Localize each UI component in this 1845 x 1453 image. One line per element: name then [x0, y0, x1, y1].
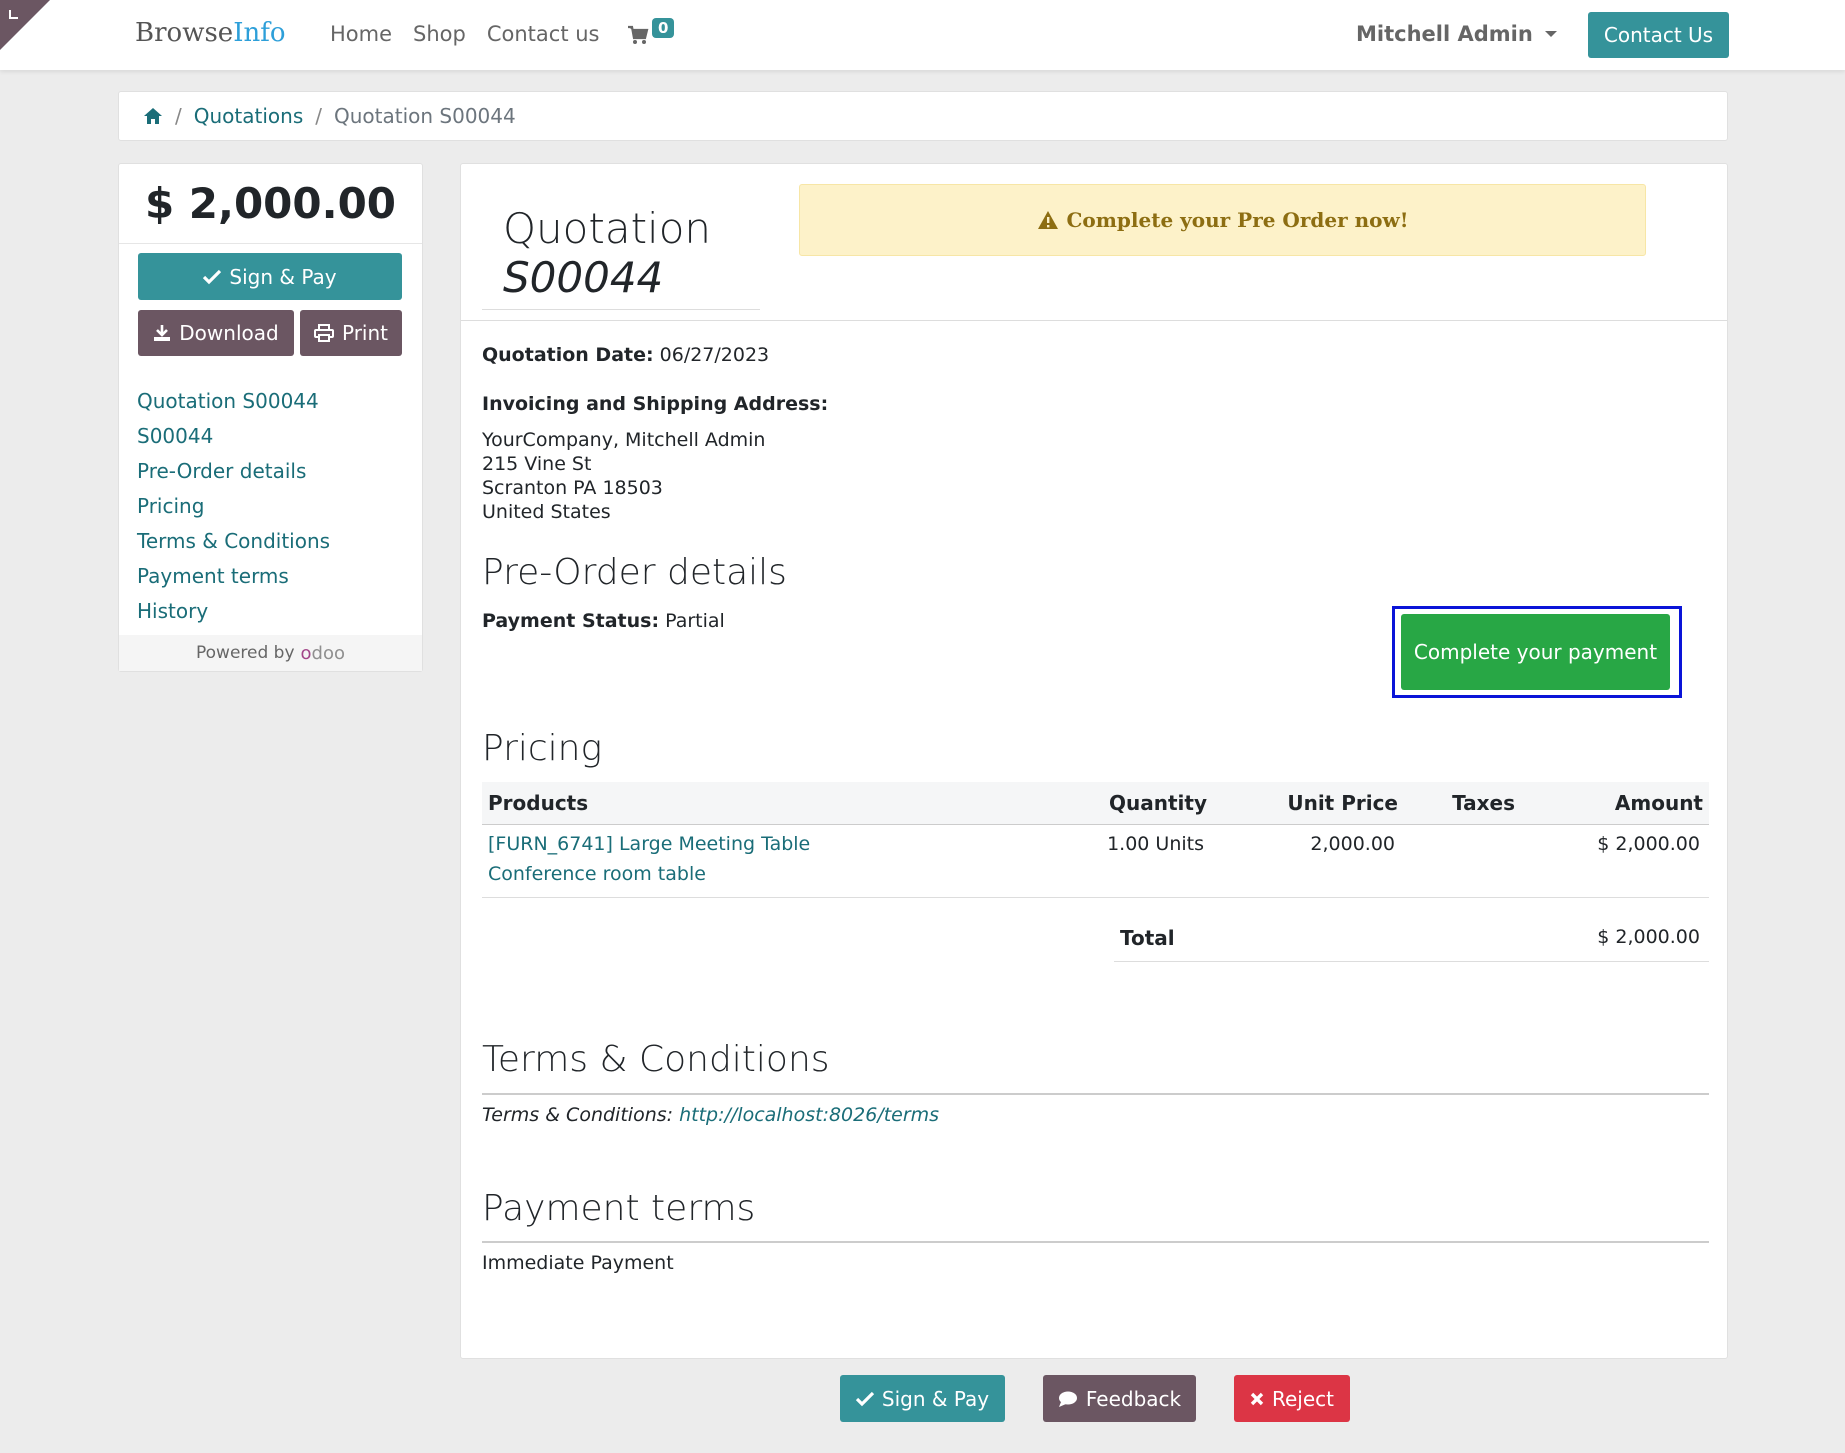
- col-quantity: Quantity: [1109, 791, 1207, 815]
- quotation-sidebar: $ 2,000.00 Sign & Pay Download Print Quo…: [118, 163, 423, 672]
- toc-item-pricing[interactable]: Pricing: [137, 489, 330, 524]
- comment-icon: [1058, 1391, 1077, 1407]
- sign-and-pay-button[interactable]: Sign & Pay: [138, 253, 402, 300]
- breadcrumb-quotations[interactable]: Quotations: [194, 104, 303, 128]
- row-quantity: 1.00 Units: [1107, 833, 1204, 855]
- toc-item-history[interactable]: History: [137, 594, 330, 629]
- close-icon: [1250, 1392, 1264, 1405]
- toc-item-terms[interactable]: Terms & Conditions: [137, 524, 330, 559]
- warning-icon: [1037, 211, 1058, 229]
- col-products: Products: [488, 791, 589, 815]
- terms-rule: [482, 1093, 1709, 1095]
- feedback-button[interactable]: Feedback: [1043, 1375, 1196, 1422]
- col-taxes: Taxes: [1452, 791, 1515, 815]
- pre-order-alert: Complete your Pre Order now!: [799, 184, 1646, 256]
- contact-us-button[interactable]: Contact Us: [1588, 12, 1729, 58]
- toc-item-s00044[interactable]: S00044: [137, 419, 330, 454]
- pricing-heading: Pricing: [482, 728, 603, 769]
- table-of-contents: Quotation S00044 S00044 Pre-Order detail…: [137, 384, 330, 629]
- row-amount: $ 2,000.00: [1597, 833, 1700, 855]
- odoo-logo[interactable]: odoo: [301, 643, 345, 664]
- pre-order-heading: Pre-Order details: [482, 552, 787, 593]
- toc-item-quotation[interactable]: Quotation S00044: [137, 384, 330, 419]
- quotation-number: S00044: [503, 253, 664, 302]
- nav-contact-us[interactable]: Contact us: [487, 22, 600, 46]
- row-unit-price: 2,000.00: [1310, 833, 1395, 855]
- payment-status: Payment Status: Partial: [482, 610, 725, 632]
- top-navbar: BrowseInfo Home Shop Contact us 0 Mitche…: [0, 0, 1845, 70]
- total-amount: $ 2,000.00: [1597, 926, 1700, 948]
- cart-count-badge: 0: [652, 18, 675, 38]
- cart-icon[interactable]: [627, 24, 649, 46]
- caret-down-icon: [1544, 31, 1557, 37]
- reject-button[interactable]: Reject: [1234, 1375, 1350, 1422]
- toc-item-pre-order-details[interactable]: Pre-Order details: [137, 454, 330, 489]
- download-button[interactable]: Download: [138, 310, 294, 356]
- print-icon: [313, 324, 334, 342]
- quotation-date: Quotation Date: 06/27/2023: [482, 344, 770, 366]
- breadcrumb: / Quotations / Quotation S00044: [118, 91, 1728, 141]
- toc-item-payment-terms[interactable]: Payment terms: [137, 559, 330, 594]
- nav-shop[interactable]: Shop: [413, 22, 466, 46]
- total-divider: [1114, 961, 1709, 962]
- complete-payment-button[interactable]: Complete your payment: [1401, 614, 1670, 690]
- payment-terms-value: Immediate Payment: [482, 1252, 674, 1274]
- payment-terms-heading: Payment terms: [482, 1188, 756, 1229]
- row-divider: [482, 897, 1709, 898]
- page-title: Quotation S00044: [503, 204, 712, 302]
- brand-logo[interactable]: BrowseInfo: [135, 18, 285, 48]
- breadcrumb-separator: /: [315, 104, 322, 128]
- breadcrumb-current: Quotation S00044: [333, 104, 516, 128]
- terms-link[interactable]: http://localhost:8026/terms: [679, 1104, 939, 1126]
- user-menu[interactable]: Mitchell Admin: [1356, 22, 1557, 46]
- invoice-shipping-address: YourCompany, Mitchell Admin 215 Vine St …: [482, 429, 766, 523]
- bottom-sign-and-pay-button[interactable]: Sign & Pay: [840, 1375, 1005, 1422]
- header-divider: [461, 320, 1727, 321]
- check-icon: [203, 269, 222, 284]
- col-amount: Amount: [1614, 791, 1703, 815]
- product-name-link[interactable]: [FURN_6741] Large Meeting Table: [488, 833, 810, 855]
- download-icon: [154, 325, 171, 341]
- total-label: Total: [1120, 926, 1175, 950]
- quotation-document: Quotation S00044 Complete your Pre Order…: [460, 163, 1728, 1359]
- product-description-link[interactable]: Conference room table: [488, 863, 706, 885]
- title-divider: [482, 309, 760, 310]
- payment-terms-rule: [482, 1241, 1709, 1243]
- nav-home[interactable]: Home: [330, 22, 392, 46]
- home-icon[interactable]: [143, 107, 163, 125]
- terms-heading: Terms & Conditions: [482, 1039, 830, 1080]
- print-button[interactable]: Print: [300, 310, 402, 356]
- pricing-table-header: Products Quantity Unit Price Taxes Amoun…: [482, 782, 1709, 825]
- powered-by-footer: Powered by odoo: [119, 635, 422, 671]
- sidebar-total-amount: $ 2,000.00: [119, 164, 422, 244]
- col-unit-price: Unit Price: [1287, 791, 1398, 815]
- user-name: Mitchell Admin: [1356, 22, 1533, 46]
- check-icon: [855, 1391, 874, 1406]
- address-label: Invoicing and Shipping Address:: [482, 393, 829, 415]
- corner-ribbon[interactable]: [0, 0, 50, 50]
- main-nav: Home Shop Contact us: [330, 22, 599, 46]
- breadcrumb-separator: /: [175, 104, 182, 128]
- terms-text: Terms & Conditions: http://localhost:802…: [482, 1104, 940, 1126]
